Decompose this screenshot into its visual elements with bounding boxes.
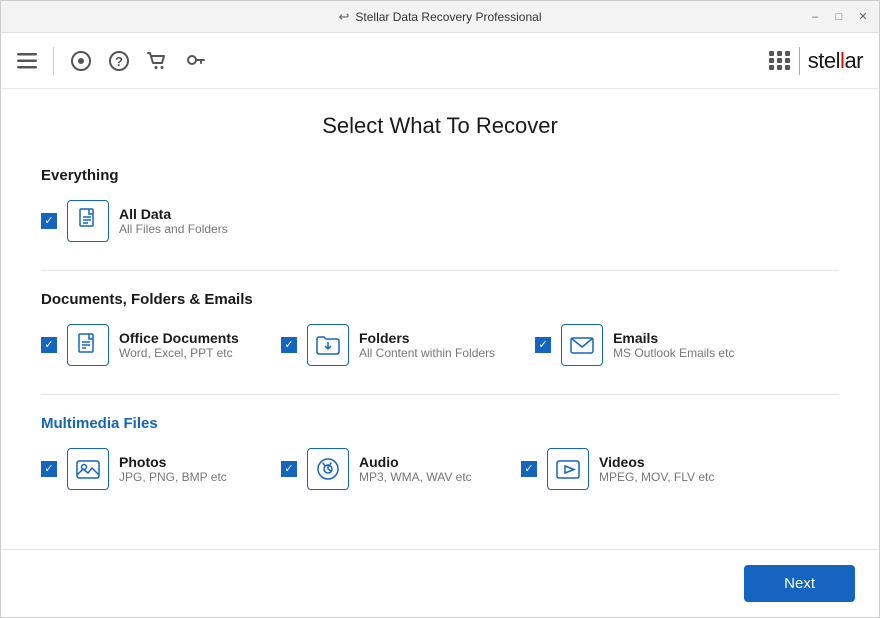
photos-icon-box [67,448,109,490]
folders-label: Folders [359,330,495,346]
videos-label: Videos [599,454,714,470]
divider-1 [41,270,839,271]
option-photos: ✓ Photos JPG, PNG, BMP etc [41,448,241,490]
folders-icon-box [307,324,349,366]
section-everything-title: Everything [41,167,839,184]
audio-icon-box [307,448,349,490]
photos-label: Photos [119,454,227,470]
emails-icon-box [561,324,603,366]
folders-text: Folders All Content within Folders [359,330,495,360]
next-button[interactable]: Next [744,565,855,602]
checkbox-videos[interactable]: ✓ [521,461,537,477]
option-audio: ✓ Audio MP3, WMA, WAV etc [281,448,481,490]
window-title: Stellar Data Recovery Professional [355,10,541,24]
section-documents-title: Documents, Folders & Emails [41,291,839,308]
check-folders-icon: ✓ [284,340,293,351]
logo-separator [799,47,800,75]
options-row-multimedia: ✓ Photos JPG, PNG, BMP etc [41,448,839,490]
stellar-brand-text: stellar [808,48,863,74]
option-all-data: ✓ All Data All Files and Folders [41,200,241,242]
option-folders: ✓ Folders All Content within Folders [281,324,495,366]
checkbox-videos-box[interactable]: ✓ [521,461,537,477]
stellar-logo: stellar [769,47,863,75]
office-sublabel: Word, Excel, PPT etc [119,346,239,360]
option-office: ✓ Office Documents Word, Excel, PPT etc [41,324,241,366]
main-content: Select What To Recover Everything ✓ [1,89,879,549]
emails-text: Emails MS Outlook Emails etc [613,330,734,360]
section-documents: Documents, Folders & Emails ✓ [41,291,839,366]
folders-sublabel: All Content within Folders [359,346,495,360]
checkbox-folders-box[interactable]: ✓ [281,337,297,353]
checkbox-office-box[interactable]: ✓ [41,337,57,353]
stellar-grid-icon [769,51,791,70]
office-label: Office Documents [119,330,239,346]
emails-label: Emails [613,330,734,346]
title-bar-center: ↩ Stellar Data Recovery Professional [339,9,542,25]
window-controls: – □ ✕ [807,9,871,25]
checkbox-photos[interactable]: ✓ [41,461,57,477]
checkbox-audio[interactable]: ✓ [281,461,297,477]
section-everything: Everything ✓ [41,167,839,242]
section-multimedia: Multimedia Files ✓ Photos [41,415,839,490]
checkbox-folders[interactable]: ✓ [281,337,297,353]
footer: Next [1,549,879,617]
option-videos: ✓ Videos MPEG, MOV, FLV etc [521,448,721,490]
toolbar-left: ? [17,47,206,75]
options-row-documents: ✓ Office Documents Word, Excel, PPT etc [41,324,839,366]
toolbar-separator [53,47,54,75]
menu-icon[interactable] [17,53,37,69]
checkbox-all-data-box[interactable]: ✓ [41,213,57,229]
photos-text: Photos JPG, PNG, BMP etc [119,454,227,484]
checkbox-photos-box[interactable]: ✓ [41,461,57,477]
audio-sublabel: MP3, WMA, WAV etc [359,470,472,484]
all-data-sublabel: All Files and Folders [119,222,228,236]
page-title: Select What To Recover [41,113,839,139]
help-icon[interactable]: ? [108,50,130,72]
checkbox-all-data[interactable]: ✓ [41,213,57,229]
all-data-label: All Data [119,206,228,222]
back-arrow-icon: ↩ [339,9,350,25]
check-audio-icon: ✓ [284,464,293,475]
svg-text:?: ? [115,54,123,69]
close-button[interactable]: ✕ [855,9,871,25]
options-row-everything: ✓ All Data All Files and Folders [41,200,839,242]
cart-icon[interactable] [146,50,168,72]
all-data-icon-box [67,200,109,242]
checkbox-office[interactable]: ✓ [41,337,57,353]
history-icon[interactable] [70,50,92,72]
toolbar: ? stellar [1,33,879,89]
emails-sublabel: MS Outlook Emails etc [613,346,734,360]
minimize-button[interactable]: – [807,9,823,25]
key-icon[interactable] [184,50,206,72]
check-videos-icon: ✓ [524,464,533,475]
videos-text: Videos MPEG, MOV, FLV etc [599,454,714,484]
check-photos-icon: ✓ [44,464,53,475]
check-office-icon: ✓ [44,340,53,351]
restore-button[interactable]: □ [831,9,847,25]
checkbox-emails-box[interactable]: ✓ [535,337,551,353]
audio-text: Audio MP3, WMA, WAV etc [359,454,472,484]
section-multimedia-title: Multimedia Files [41,415,839,432]
all-data-text: All Data All Files and Folders [119,206,228,236]
office-text: Office Documents Word, Excel, PPT etc [119,330,239,360]
check-emails-icon: ✓ [538,340,547,351]
title-bar: ↩ Stellar Data Recovery Professional – □… [1,1,879,33]
videos-sublabel: MPEG, MOV, FLV etc [599,470,714,484]
checkbox-audio-box[interactable]: ✓ [281,461,297,477]
checkbox-check-icon: ✓ [44,216,53,227]
videos-icon-box [547,448,589,490]
office-icon-box [67,324,109,366]
checkbox-emails[interactable]: ✓ [535,337,551,353]
photos-sublabel: JPG, PNG, BMP etc [119,470,227,484]
option-emails: ✓ Emails MS Outlook Emails etc [535,324,735,366]
audio-label: Audio [359,454,472,470]
divider-2 [41,394,839,395]
